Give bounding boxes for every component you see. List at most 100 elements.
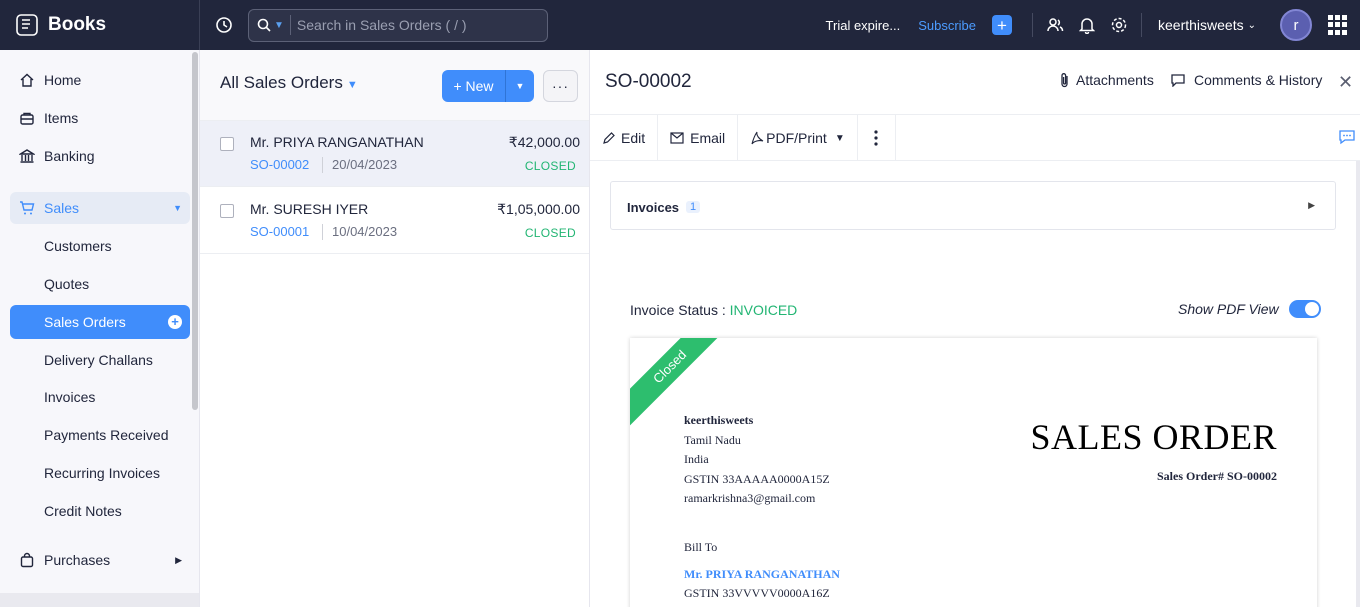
email-button[interactable]: Email [658,115,739,161]
detail-body: Invoices 1 ▶ Invoice Status : INVOICED S… [590,161,1360,607]
pdf-view-toggle[interactable] [1288,300,1321,318]
more-actions-button[interactable] [858,115,896,161]
sidebar-item-delivery-challans[interactable]: Delivery Challans [10,343,190,377]
invoice-status-value: INVOICED [729,302,798,318]
sidebar: Home Items Banking Sales ▼ Customers Quo… [0,50,200,607]
sidebar-collapse-button[interactable] [0,593,199,607]
order-date: 10/04/2023 [332,224,398,239]
document-title: SALES ORDER [1030,417,1277,457]
row-checkbox[interactable] [220,137,234,151]
org-gstin: GSTIN 33AAAAA0000A15Z [684,471,830,486]
top-bar: Books ▼ Trial expire... Subscribe + keer… [0,0,1360,50]
sidebar-item-payments-received[interactable]: Payments Received [10,418,190,452]
more-options-button[interactable]: ··· [543,70,578,102]
recent-history-icon[interactable] [200,0,248,50]
search-input[interactable] [296,17,537,33]
users-icon[interactable] [1039,0,1071,50]
comments-history-button[interactable]: Comments & History [1170,72,1322,88]
sales-order-document: Closed keerthisweets Tamil Nadu India GS… [630,338,1317,607]
sidebar-item-banking[interactable]: Banking [10,140,190,172]
chat-icon[interactable] [1338,129,1356,148]
sidebar-item-sales[interactable]: Sales ▼ [10,192,190,224]
org-email: ramarkrishna3@gmail.com [684,491,816,505]
kebab-icon [874,130,878,146]
bill-to-gstin: GSTIN 33VVVVV0000A16Z [684,586,830,600]
org-name: keerthisweets [1158,17,1244,33]
new-sales-order-button[interactable]: + New [442,70,506,102]
sidebar-item-sales-orders[interactable]: Sales Orders + [10,305,190,339]
invoices-panel[interactable]: Invoices 1 ▶ [610,181,1336,230]
status-badge: CLOSED [524,159,576,173]
list-title: All Sales Orders [220,73,343,92]
search-bar[interactable]: ▼ [248,8,548,42]
divider [289,15,291,35]
app-name: Books [48,14,107,35]
sidebar-item-label: Items [44,110,79,126]
sidebar-item-credit-notes[interactable]: Credit Notes [10,494,190,528]
pencil-icon [603,131,615,144]
sidebar-item-quotes[interactable]: Quotes [10,267,190,301]
pdf-print-label: PDF/Print [766,130,827,146]
chevron-down-icon[interactable]: ▼ [506,70,534,102]
list-view-selector[interactable]: All Sales Orders ▼ [220,73,358,93]
books-logo-icon [16,14,38,36]
avatar[interactable]: r [1280,9,1312,41]
subscribe-link[interactable]: Subscribe [918,18,976,33]
document-number: Sales Order# SO-00002 [1157,469,1277,483]
organization-address: keerthisweets Tamil Nadu India GSTIN 33A… [684,411,830,509]
edit-button[interactable]: Edit [590,115,659,161]
order-amount: ₹42,000.00 [508,134,580,150]
pdf-print-button[interactable]: PDF/Print ▼ [738,115,858,161]
sidebar-item-purchases[interactable]: Purchases ▶ [10,544,190,576]
gear-icon[interactable] [1103,0,1135,50]
sidebar-item-invoices[interactable]: Invoices [10,380,190,414]
sidebar-item-customers[interactable]: Customers [10,229,190,263]
sidebar-item-home[interactable]: Home [10,64,190,96]
sidebar-scrollbar[interactable] [192,52,198,410]
page-title: SO-00002 [605,71,692,92]
sidebar-item-recurring-invoices[interactable]: Recurring Invoices [10,456,190,490]
quick-create-button[interactable]: + [992,15,1013,35]
org-switcher[interactable]: keerthisweets ⌄ [1158,17,1256,33]
detail-toolbar: Edit Email PDF/Print ▼ [590,115,1360,161]
attachments-label: Attachments [1076,72,1154,88]
trial-notice[interactable]: Trial expire... [826,18,901,33]
table-row[interactable]: Mr. SURESH IYER SO-00001 10/04/2023 ₹1,0… [200,188,589,254]
paperclip-icon [1061,73,1068,88]
add-sales-order-icon[interactable]: + [168,315,182,329]
email-label: Email [690,130,726,146]
sales-order-detail: SO-00002 Attachments Comments & History … [590,50,1360,607]
org-name: keerthisweets [684,413,754,427]
attachments-button[interactable]: Attachments [1060,72,1154,88]
status-badge: CLOSED [524,226,576,240]
envelope-icon [670,132,684,144]
sidebar-item-items[interactable]: Items [10,102,190,134]
bell-icon[interactable] [1071,0,1103,50]
org-state: Tamil Nadu [684,432,741,447]
search-icon[interactable] [257,18,271,32]
chevron-down-icon: ⌄ [1247,19,1256,31]
show-pdf-view: Show PDF View [1178,300,1321,318]
bill-to-name[interactable]: Mr. PRIYA RANGANATHAN [684,567,840,582]
invoices-count-badge: 1 [686,201,701,213]
list-header: All Sales Orders ▼ + New ▼ ··· [200,50,589,121]
edit-label: Edit [621,130,646,146]
brand[interactable]: Books [0,0,200,50]
divider [322,224,323,240]
order-amount: ₹1,05,000.00 [497,201,580,217]
divider [1032,13,1034,37]
invoice-status-label: Invoice Status : [630,302,730,318]
detail-scrollbar[interactable] [1356,161,1360,607]
row-checkbox[interactable] [220,204,234,218]
pdf-icon [751,131,764,145]
sales-order-list: All Sales Orders ▼ + New ▼ ··· Mr. PRIYA … [200,50,590,607]
new-button[interactable]: + New ▼ [442,70,534,102]
close-icon[interactable]: ✕ [1338,72,1353,93]
table-row[interactable]: Mr. PRIYA RANGANATHAN SO-00002 20/04/202… [200,121,589,187]
chevron-down-icon: ▼ [346,79,358,91]
search-filter-chevron-icon[interactable]: ▼ [274,20,284,31]
app-grid-icon[interactable] [1328,15,1348,35]
order-date: 20/04/2023 [332,157,398,172]
sidebar-item-label: Sales [44,200,80,216]
sidebar-item-label: Sales Orders [44,314,126,330]
